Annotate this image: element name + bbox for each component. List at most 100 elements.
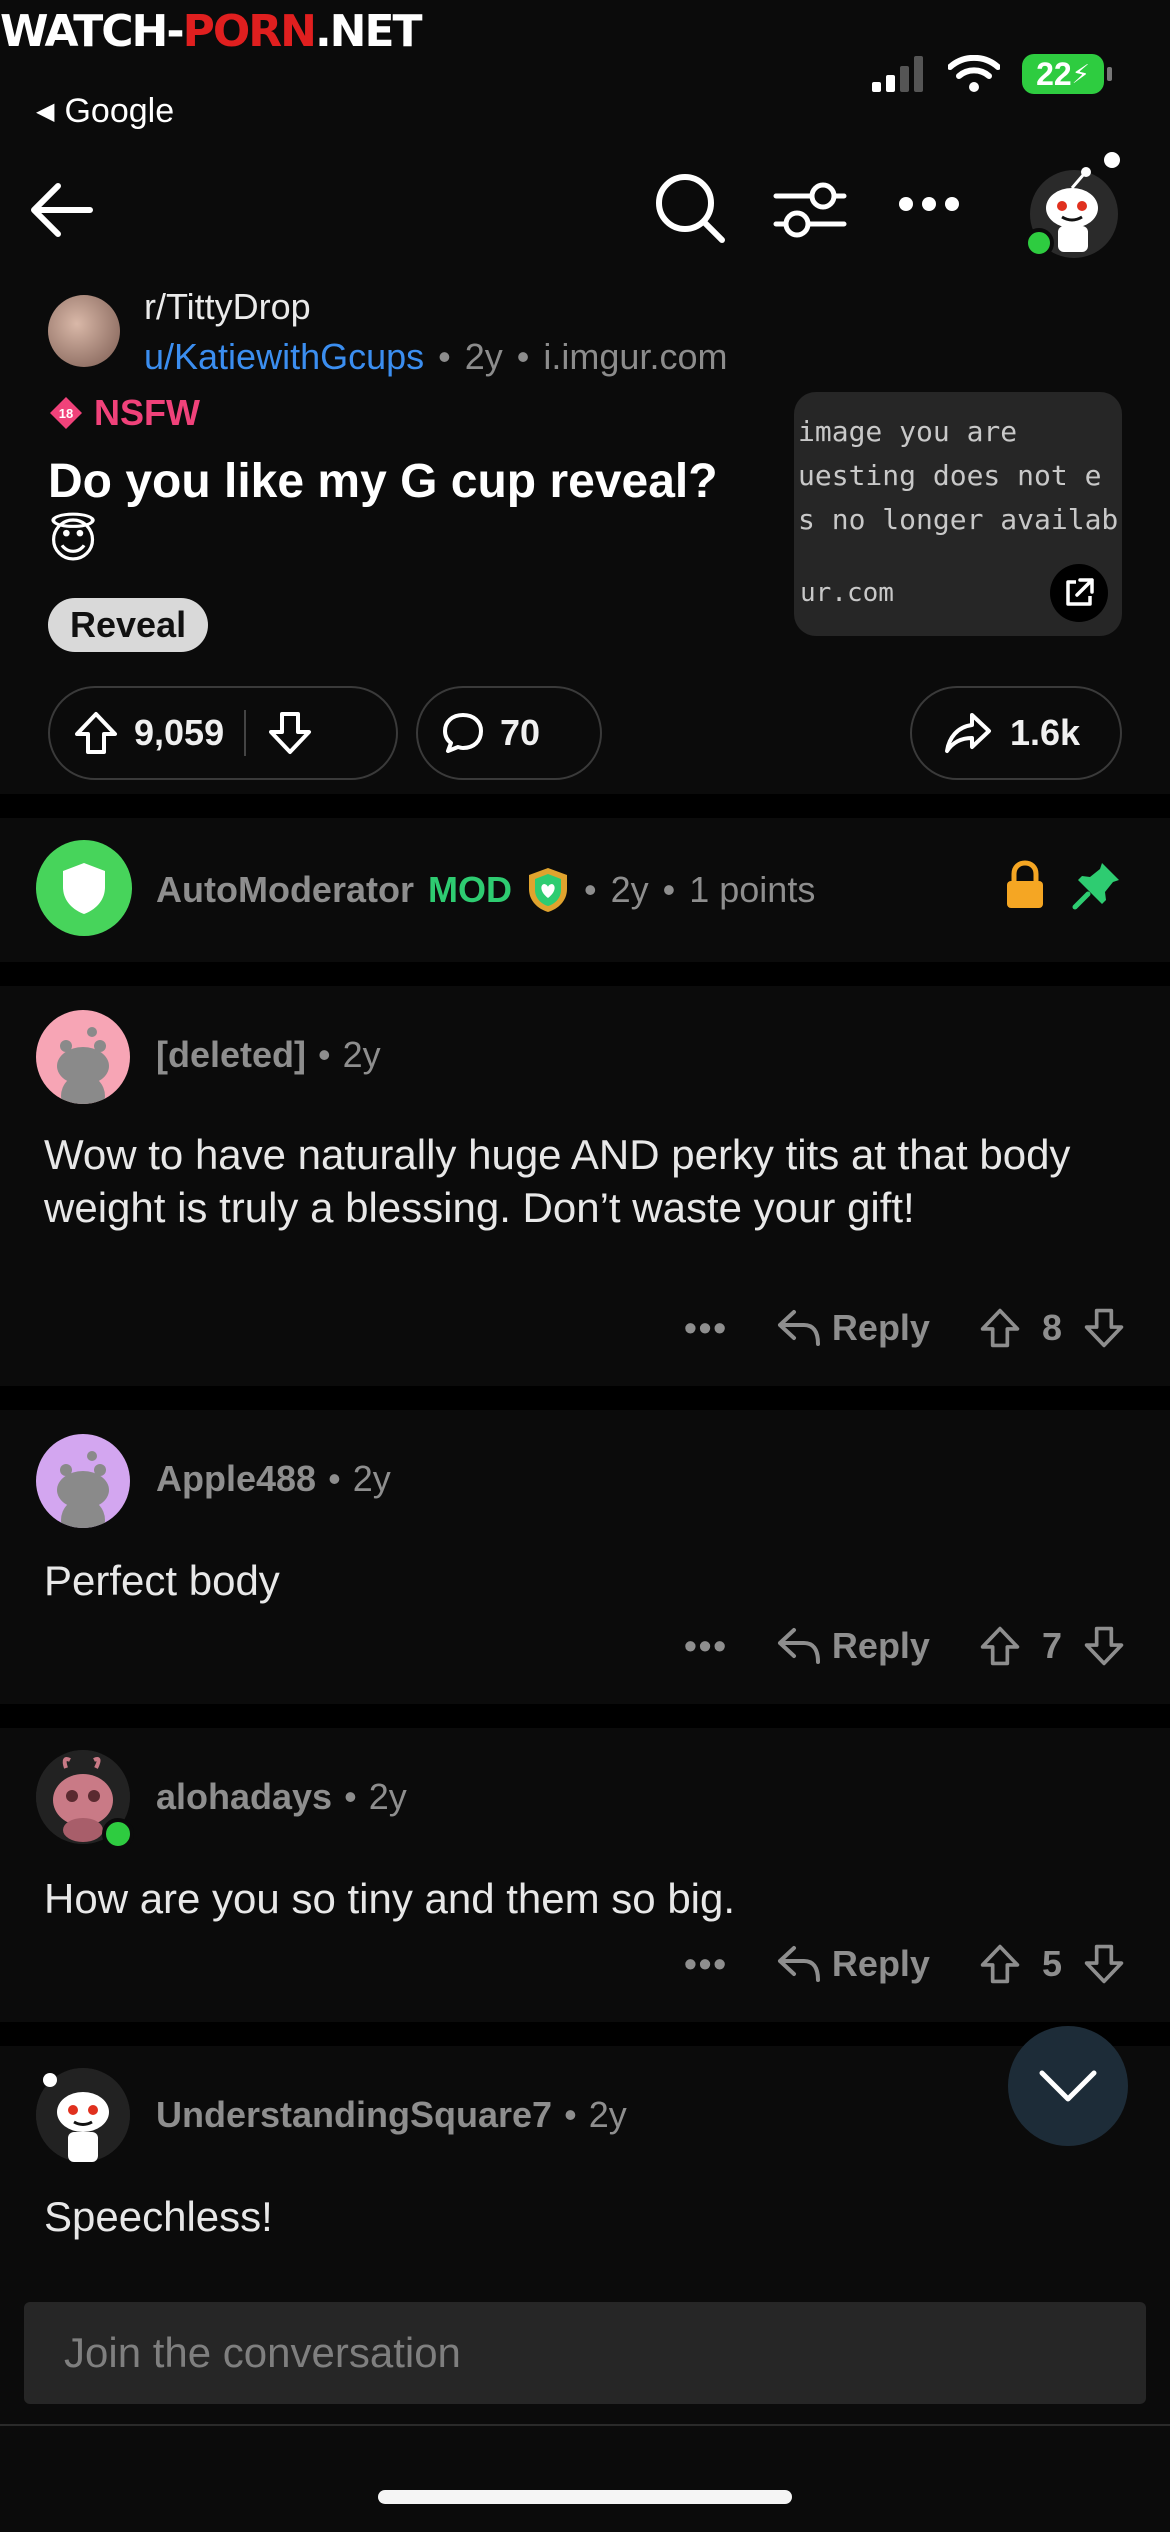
external-link-icon	[1066, 578, 1094, 606]
divider	[0, 2424, 1170, 2426]
search-icon[interactable]	[652, 170, 728, 246]
meta-dot: •	[662, 869, 676, 910]
byline-dot: •	[438, 336, 451, 377]
comment-avatar[interactable]	[36, 2068, 130, 2162]
post-thumbnail[interactable]: image you are uesting does not e s no lo…	[794, 392, 1122, 636]
back-arrow-icon[interactable]	[26, 174, 98, 246]
comment-author[interactable]: UnderstandingSquare7	[156, 2094, 552, 2136]
comment-author[interactable]: [deleted]	[156, 1034, 306, 1076]
comments-button[interactable]: 70	[416, 686, 602, 780]
post-flair[interactable]: Reveal	[48, 598, 209, 652]
automod-points: 1 points	[689, 869, 816, 910]
back-app-label: Google	[64, 92, 175, 130]
reply-button[interactable]: Reply	[776, 1943, 930, 1985]
comment-age: 2y	[588, 2094, 627, 2135]
mod-badge: MOD	[427, 869, 512, 910]
vote-divider	[244, 710, 247, 756]
upvote-icon[interactable]	[72, 709, 120, 757]
comment-score: 7	[1041, 1625, 1062, 1666]
section-separator	[0, 1704, 1170, 1728]
subreddit-name[interactable]: r/TittyDrop	[144, 286, 311, 328]
back-triangle-icon: ◀	[36, 98, 55, 125]
filter-icon[interactable]	[772, 174, 848, 244]
avatar-notification-dot	[1104, 152, 1120, 168]
thumbnail-domain: ur.com	[800, 578, 894, 608]
mod-shield-icon	[528, 868, 567, 912]
online-indicator	[1024, 228, 1054, 258]
reply-label: Reply	[831, 1625, 930, 1666]
lock-icon	[1007, 860, 1043, 908]
default-snoo-icon	[57, 1027, 109, 1104]
upvote-icon[interactable]	[978, 1624, 1022, 1668]
svg-text:18: 18	[59, 406, 73, 421]
subreddit-avatar[interactable]	[48, 295, 120, 367]
comment-more-icon[interactable]: •••	[684, 1307, 728, 1349]
post-domain[interactable]: i.imgur.com	[543, 336, 727, 378]
comment-body: Wow to have naturally huge AND perky tit…	[44, 1131, 1071, 1231]
post-title[interactable]: Do you like my G cup reveal? 😇	[48, 452, 748, 572]
downvote-icon[interactable]	[1082, 1306, 1126, 1350]
shield-icon	[63, 863, 105, 914]
downvote-icon[interactable]	[1082, 1942, 1126, 1986]
automod-avatar[interactable]	[36, 840, 132, 936]
downvote-icon[interactable]	[266, 709, 314, 757]
wifi-icon	[948, 55, 1000, 92]
comment-count: 70	[500, 712, 541, 753]
byline-dot: •	[516, 336, 530, 377]
comment-avatar[interactable]	[36, 1010, 130, 1104]
post-title-text: Do you like my G cup reveal?	[48, 455, 718, 508]
reply-button[interactable]: Reply	[776, 1307, 930, 1349]
comment-body: Perfect body	[44, 1557, 280, 1604]
automod-name[interactable]: AutoModerator	[156, 869, 414, 911]
post-score: 9,059	[134, 712, 225, 753]
comment-actions: ••• Reply 5	[684, 1942, 1126, 1986]
more-icon[interactable]	[898, 196, 960, 212]
pin-icon	[1072, 863, 1119, 910]
comment-score: 8	[1041, 1307, 1062, 1348]
comment-more-icon[interactable]: •••	[684, 1943, 728, 1985]
automod-age: 2y	[610, 869, 649, 910]
reply-label: Reply	[831, 1307, 930, 1348]
battery-indicator: 22 ⚡	[1022, 54, 1112, 94]
automod-header: AutoModerator MOD • 2y • 1 points	[156, 866, 815, 914]
comment-age: 2y	[342, 1034, 381, 1075]
online-indicator	[102, 1818, 134, 1850]
vote-pill: 9,059	[48, 686, 398, 780]
comment-avatar[interactable]	[36, 1750, 134, 1850]
post-author-link[interactable]: u/KatiewithGcups	[144, 336, 424, 378]
section-separator	[0, 2022, 1170, 2046]
comment-avatar[interactable]	[36, 1434, 130, 1528]
comment-more-icon[interactable]: •••	[684, 1625, 728, 1667]
upvote-icon[interactable]	[978, 1942, 1022, 1986]
nsfw-label: NSFW	[94, 392, 200, 433]
join-conversation-input[interactable]: Join the conversation	[24, 2302, 1146, 2404]
comment-author[interactable]: alohadays	[156, 1776, 332, 1818]
comment-header: UnderstandingSquare7 • 2y	[156, 2094, 627, 2136]
meta-dot: •	[318, 1034, 331, 1075]
comment-author[interactable]: Apple488	[156, 1458, 316, 1500]
reply-button[interactable]: Reply	[776, 1625, 930, 1667]
comment-header: Apple488 • 2y	[156, 1458, 391, 1500]
post-byline: u/KatiewithGcups • 2y • i.imgur.com	[144, 336, 727, 378]
external-link-button[interactable]	[1050, 564, 1108, 622]
post-age: 2y	[464, 336, 503, 377]
comment-age: 2y	[352, 1458, 391, 1499]
reply-icon	[777, 1946, 820, 1982]
top-nav-bar	[0, 152, 1170, 280]
user-avatar-button[interactable]	[1024, 152, 1124, 260]
chevron-down-icon	[1039, 2070, 1097, 2102]
comment-actions: ••• Reply 7	[684, 1624, 1126, 1668]
upvote-icon[interactable]	[978, 1306, 1022, 1350]
share-button[interactable]: 1.6k	[910, 686, 1122, 780]
reply-icon	[777, 1628, 820, 1664]
next-comment-button[interactable]	[1008, 2026, 1128, 2146]
watermark: WATCH-PORN.NET	[0, 6, 423, 57]
back-to-app-link[interactable]: ◀ Google	[36, 92, 174, 131]
charging-bolt-icon: ⚡	[1071, 58, 1090, 89]
home-indicator[interactable]	[378, 2490, 792, 2504]
meta-dot: •	[344, 1776, 357, 1817]
comment-header: alohadays • 2y	[156, 1776, 407, 1818]
downvote-icon[interactable]	[1082, 1624, 1126, 1668]
meta-dot: •	[564, 2094, 577, 2135]
section-separator	[0, 962, 1170, 986]
